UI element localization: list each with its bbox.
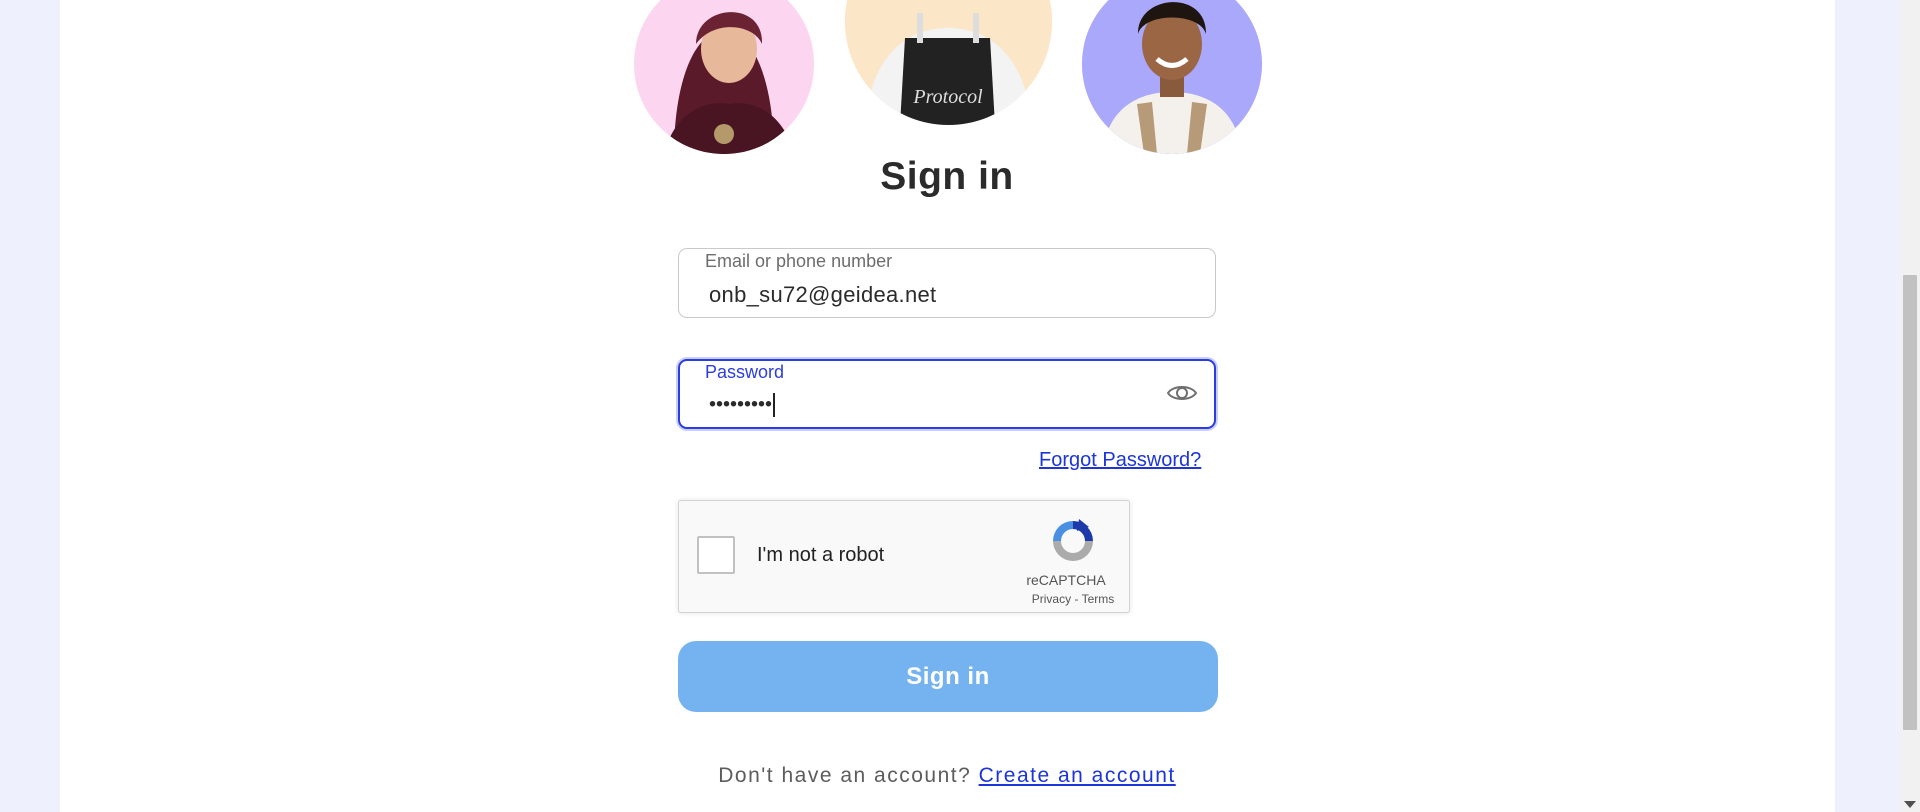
email-field[interactable]: Email or phone number onb_su72@geidea.ne… (678, 248, 1216, 318)
password-masked-text: ••••••••• (709, 393, 773, 416)
signup-prompt: Don't have an account? Create an account (0, 764, 1894, 788)
vertical-scrollbar[interactable] (1900, 0, 1920, 812)
password-field-label: Password (705, 362, 785, 382)
email-field-value[interactable]: onb_su72@geidea.net (709, 282, 936, 308)
recaptcha-logo-icon (1053, 519, 1093, 561)
password-field-value[interactable]: ••••••••• (709, 393, 775, 417)
create-account-link[interactable]: Create an account (979, 764, 1176, 787)
recaptcha-checkbox[interactable] (697, 536, 735, 574)
recaptcha-label: I'm not a robot (757, 544, 885, 566)
recaptcha-brand: reCAPTCHA (1026, 572, 1106, 588)
text-caret (773, 393, 775, 417)
password-field[interactable]: Password ••••••••• (678, 359, 1216, 429)
scroll-down-arrow-icon[interactable] (1904, 801, 1916, 808)
signup-prompt-text: Don't have an account? (718, 764, 972, 787)
svg-text:Protocol: Protocol (912, 86, 983, 108)
recaptcha-privacy-link[interactable]: Privacy (1032, 592, 1071, 606)
recaptcha-widget: I'm not a robot reCAPTCHA Privacy - Term… (678, 500, 1130, 613)
scrollbar-thumb[interactable] (1903, 275, 1917, 730)
page-title: Sign in (880, 155, 1014, 198)
recaptcha-terms-link[interactable]: Terms (1082, 592, 1115, 606)
eye-icon[interactable] (1166, 377, 1198, 409)
forgot-password-link[interactable]: Forgot Password? (1039, 449, 1201, 472)
recaptcha-separator: - (1071, 592, 1082, 606)
email-field-label: Email or phone number (705, 251, 893, 271)
sign-in-button[interactable]: Sign in (678, 641, 1218, 712)
